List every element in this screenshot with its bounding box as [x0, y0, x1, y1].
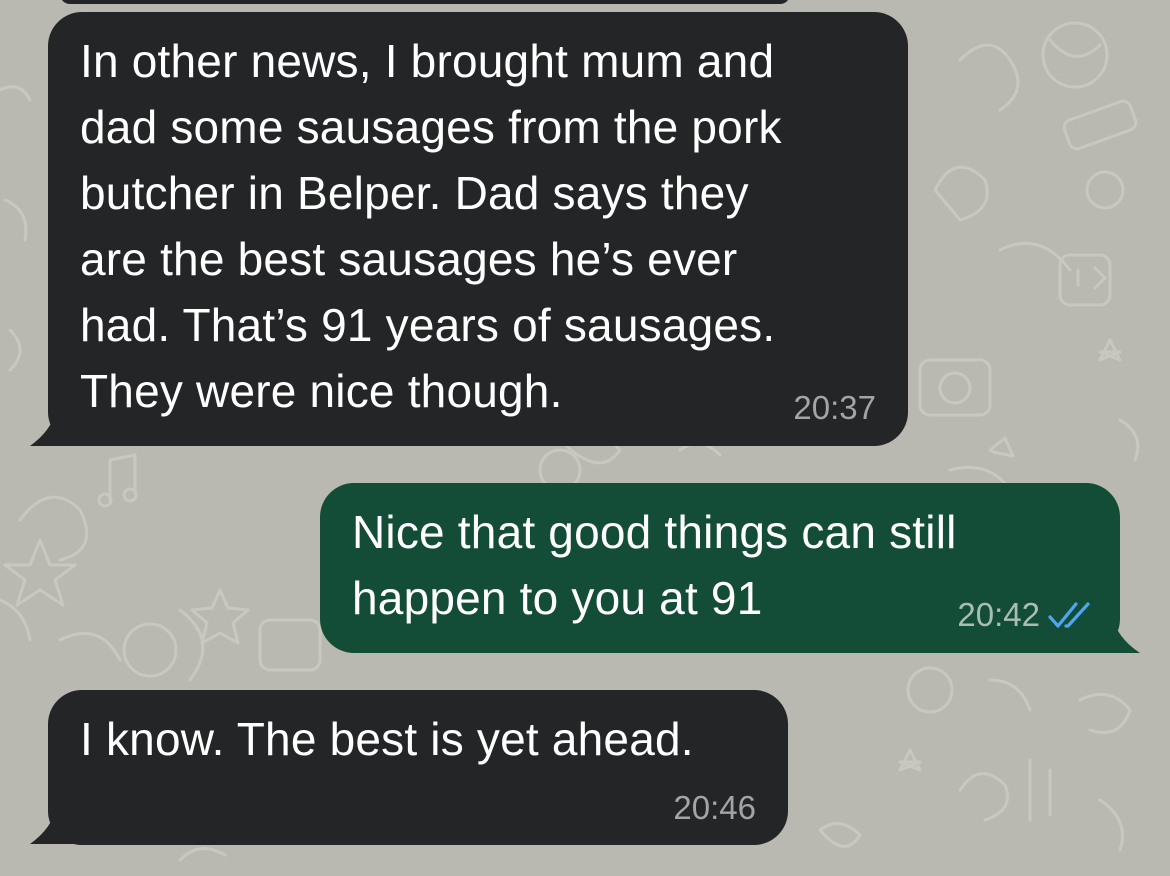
message-line: happen to you at 91 — [352, 572, 763, 624]
message-meta: 20:42 — [957, 595, 1094, 635]
double-check-read-icon — [1048, 600, 1094, 630]
message-line: had. That’s 91 years of sausages. — [80, 299, 776, 351]
message-timestamp: 20:37 — [793, 389, 876, 426]
previous-message-bubble-edge — [60, 0, 790, 4]
message-line: In other news, I brought mum and — [80, 35, 775, 87]
message-text: I know. The best is yet ahead. — [80, 706, 694, 772]
outgoing-message-bubble[interactable]: Nice that good things can still happen t… — [320, 483, 1140, 653]
message-line: I know. The best is yet ahead. — [80, 713, 694, 765]
message-text: In other news, I brought mum and dad som… — [80, 28, 782, 424]
message-line: are the best sausages he’s ever — [80, 233, 738, 285]
message-line: butcher in Belper. Dad says they — [80, 167, 749, 219]
incoming-message-bubble[interactable]: In other news, I brought mum and dad som… — [30, 12, 908, 446]
message-timestamp: 20:42 — [957, 596, 1040, 633]
message-meta: 20:37 — [793, 388, 876, 428]
incoming-message-bubble[interactable]: I know. The best is yet ahead. 20:46 — [30, 690, 788, 845]
message-line: They were nice though. — [80, 365, 563, 417]
message-line: dad some sausages from the pork — [80, 101, 782, 153]
message-meta: 20:46 — [673, 788, 756, 828]
bubble-tail — [30, 808, 90, 844]
message-timestamp: 20:46 — [673, 789, 756, 826]
message-line: Nice that good things can still — [352, 506, 957, 558]
message-text: Nice that good things can still happen t… — [352, 499, 957, 631]
